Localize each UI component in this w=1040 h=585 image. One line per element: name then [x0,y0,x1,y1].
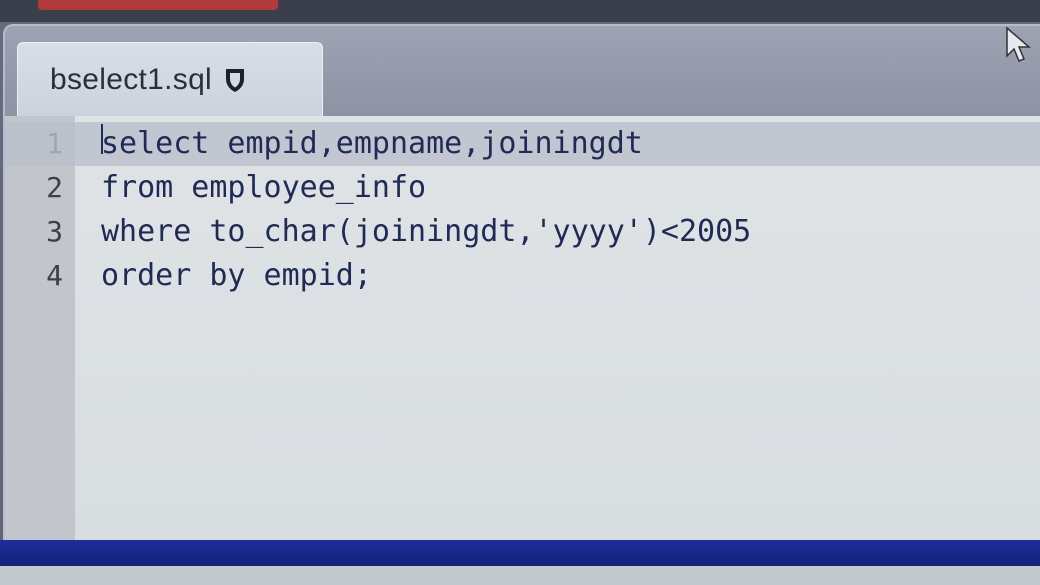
top-bar [0,0,1040,22]
screen: bselect1.sql 1 2 3 4 select empid,empnam… [0,0,1040,585]
text-cursor [101,124,103,154]
status-bar [0,540,1040,566]
top-accent [38,0,278,10]
bottom-strip [0,566,1040,585]
code-line[interactable]: select empid,empname,joiningdt [75,122,1040,166]
line-number: 3 [46,215,63,248]
line-number-gutter: 1 2 3 4 [5,116,75,546]
code-line[interactable]: order by empid; [75,254,1040,298]
code-line[interactable]: from employee_info [75,166,1040,210]
code-line[interactable]: where to_char(joiningdt,'yyyy')<2005 [75,210,1040,254]
line-number: 4 [46,259,63,292]
code-editor[interactable]: 1 2 3 4 select empid,empname,joiningdt f… [5,116,1040,546]
shield-icon[interactable] [224,67,246,93]
tab-filename: bselect1.sql [50,62,213,96]
tab-strip: bselect1.sql [5,26,1040,116]
line-number: 2 [46,171,63,204]
code-area[interactable]: select empid,empname,joiningdt from empl… [5,116,1040,546]
mouse-pointer-icon [1005,26,1033,64]
tab-file[interactable]: bselect1.sql [17,42,323,116]
editor-window: bselect1.sql 1 2 3 4 select empid,empnam… [3,24,1040,546]
